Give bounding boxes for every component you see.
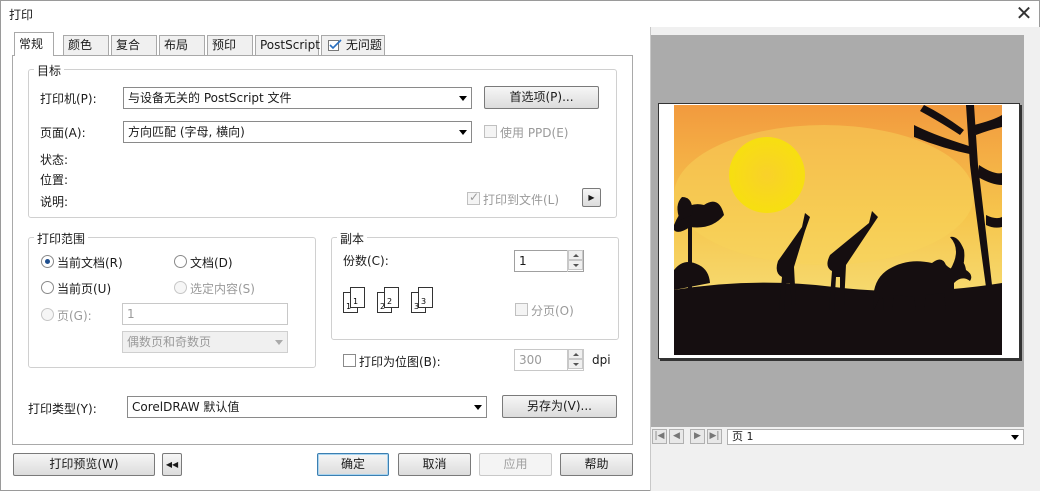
collate-pages-icon: 1 1 2 2 3 3 (343, 287, 433, 313)
print-as-bitmap-label: 打印为位图(B): (359, 355, 441, 369)
dpi-unit-label: dpi (592, 353, 611, 367)
collate-glyph-5: 3 (414, 302, 419, 311)
page-set-select[interactable]: 偶数页和奇数页 (122, 331, 288, 353)
printer-select[interactable]: 与设备无关的 PostScript 文件 (123, 87, 472, 109)
preview-artwork (674, 105, 1002, 355)
print-as-bitmap-checkbox[interactable] (343, 354, 356, 367)
copies-count-value: 1 (519, 254, 527, 268)
previous-page-button[interactable]: ◀ (669, 429, 684, 444)
chevron-down-icon (474, 405, 482, 410)
tab-composite[interactable]: 复合 (111, 35, 157, 55)
page-set-value: 偶数页和奇数页 (127, 335, 212, 349)
spin-up-icon[interactable] (568, 349, 583, 359)
collate-glyph-1: 1 (346, 302, 351, 311)
collate-glyph-4: 2 (387, 297, 392, 306)
cancel-button[interactable]: 取消 (398, 453, 471, 476)
tab-color[interactable]: 颜色 (63, 35, 109, 55)
print-style-value: CorelDRAW 默认值 (132, 400, 240, 414)
page-select[interactable]: 方向匹配 (字母, 横向) (123, 121, 472, 143)
current-page-radio[interactable] (41, 281, 54, 294)
tab-prepress[interactable]: 预印 (207, 35, 253, 55)
preferences-button[interactable]: 首选项(P)... (484, 86, 599, 109)
copies-legend: 副本 (337, 230, 368, 247)
page-label: 页面(A): (40, 126, 86, 140)
help-button[interactable]: 帮助 (560, 453, 633, 476)
play-arrow-icon: ▶ (588, 193, 595, 202)
page-selector-value: 页 1 (732, 430, 754, 443)
tab-general[interactable]: 常规 (14, 32, 54, 56)
print-style-select[interactable]: CorelDRAW 默认值 (127, 396, 487, 418)
check-icon (328, 39, 342, 51)
dpi-spinner[interactable] (567, 349, 583, 371)
pages-radio[interactable] (41, 308, 54, 321)
double-left-arrow-icon: ◀◀ (165, 460, 179, 469)
bitmap-dpi-value: 300 (519, 353, 542, 367)
use-ppd-checkbox[interactable] (484, 125, 497, 138)
pages-input[interactable]: 1 (122, 303, 288, 325)
status-label: 状态: (40, 153, 69, 167)
last-page-button[interactable]: ▶| (707, 429, 722, 444)
print-range-legend: 打印范围 (34, 230, 89, 247)
spin-down-icon[interactable] (568, 260, 583, 270)
destination-legend: 目标 (34, 62, 65, 79)
page-value: 方向匹配 (字母, 横向) (128, 125, 245, 139)
tab-postscript[interactable]: PostScript (255, 35, 320, 55)
copies-count-input[interactable]: 1 (514, 250, 584, 272)
title-bar: 打印 ✕ (1, 1, 1039, 27)
tab-no-issues-label: 无问题 (345, 38, 382, 52)
use-ppd-label: 使用 PPD(E) (500, 126, 569, 140)
collate-label: 分页(O) (531, 304, 574, 318)
collate-glyph-6: 3 (421, 297, 426, 306)
documents-radio[interactable] (174, 255, 187, 268)
next-page-button[interactable]: ▶ (690, 429, 705, 444)
pages-label: 页(G): (57, 309, 92, 323)
preview-page (658, 103, 1020, 359)
collate-checkbox[interactable] (515, 303, 528, 316)
collate-glyph-2: 1 (353, 297, 358, 306)
chevron-down-icon (459, 130, 467, 135)
collate-glyph-3: 2 (380, 302, 385, 311)
location-label: 位置: (40, 173, 69, 187)
current-document-radio[interactable] (41, 255, 54, 268)
close-icon[interactable]: ✕ (1013, 2, 1035, 24)
collapse-preview-button[interactable]: ◀◀ (162, 453, 182, 476)
ok-button[interactable]: 确定 (317, 453, 389, 476)
copies-spinner[interactable] (567, 250, 583, 272)
copies-count-label: 份数(C): (343, 254, 389, 268)
printer-value: 与设备无关的 PostScript 文件 (128, 91, 292, 105)
current-document-label: 当前文档(R) (57, 256, 123, 270)
print-preview-button[interactable]: 打印预览(W) (13, 453, 155, 476)
page-selector[interactable]: 页 1 (727, 429, 1024, 445)
print-style-label: 打印类型(Y): (28, 402, 97, 416)
selection-radio[interactable] (174, 281, 187, 294)
spin-down-icon[interactable] (568, 359, 583, 369)
printer-label: 打印机(P): (40, 92, 97, 106)
chevron-down-icon (459, 96, 467, 101)
window-title: 打印 (9, 8, 34, 22)
save-as-button[interactable]: 另存为(V)... (502, 395, 617, 418)
current-page-label: 当前页(U) (57, 282, 112, 296)
chevron-down-icon (275, 340, 283, 345)
print-to-file-label: 打印到文件(L) (483, 193, 560, 207)
comment-label: 说明: (40, 195, 69, 209)
print-to-file-checkbox[interactable] (467, 190, 480, 205)
documents-label: 文档(D) (190, 256, 233, 270)
chevron-down-icon (1011, 435, 1019, 440)
spin-up-icon[interactable] (568, 250, 583, 260)
selection-label: 选定内容(S) (190, 282, 255, 296)
first-page-button[interactable]: |◀ (652, 429, 667, 444)
bitmap-dpi-input[interactable]: 300 (514, 349, 584, 371)
print-to-file-arrow-button[interactable]: ▶ (582, 188, 601, 207)
tab-no-issues[interactable]: 无问题 (321, 35, 385, 55)
apply-button[interactable]: 应用 (479, 453, 552, 476)
tab-layout[interactable]: 布局 (159, 35, 205, 55)
print-dialog: 打印 ✕ 常规 颜色 复合 布局 预印 PostScript 无问题 目标 打印… (0, 0, 1040, 491)
